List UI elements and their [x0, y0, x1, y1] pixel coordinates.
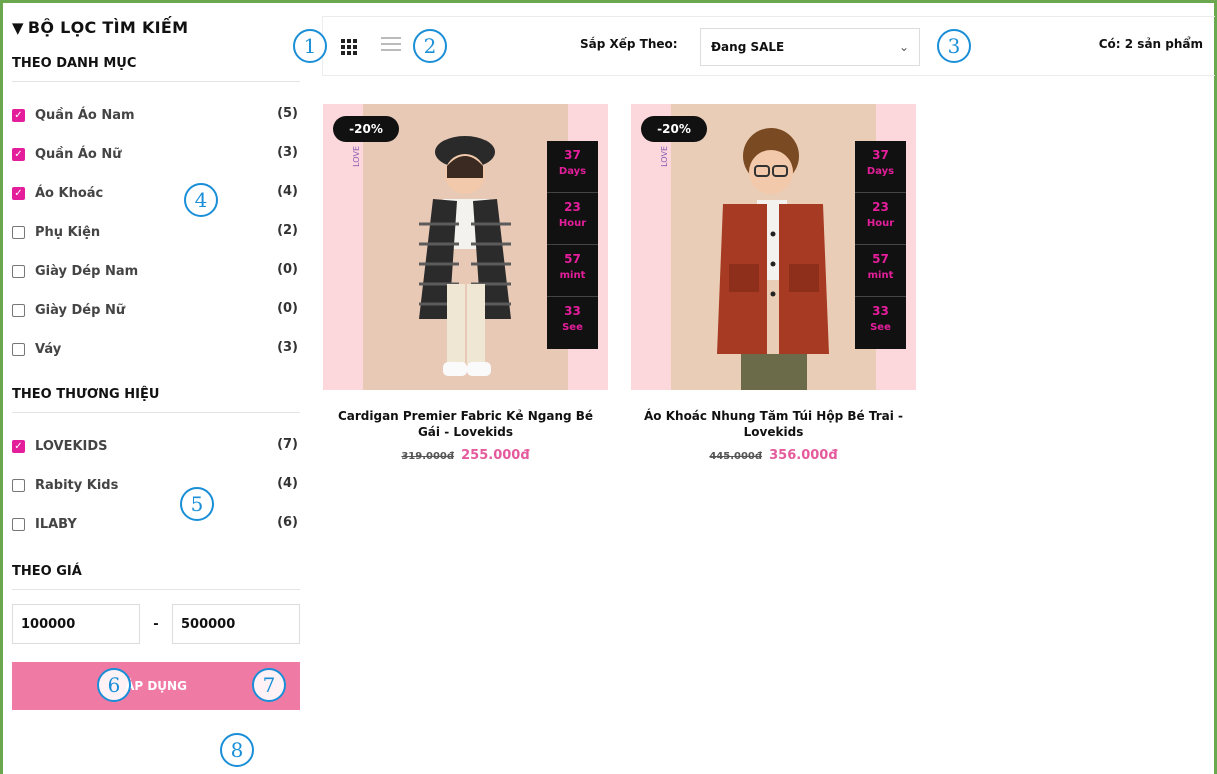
- checkbox[interactable]: [12, 226, 25, 239]
- checkbox[interactable]: ✓: [12, 440, 25, 453]
- product-name[interactable]: Cardigan Premier Fabric Kẻ Ngang Bé Gái …: [323, 408, 608, 440]
- product-prices: 319.000đ 255.000đ: [323, 444, 608, 463]
- option-label: Quần Áo Nam: [35, 108, 135, 123]
- product-photo: [363, 104, 568, 390]
- option-label: ILABY: [35, 517, 77, 532]
- old-price: 445.000đ: [709, 451, 763, 462]
- discount-badge: -20%: [641, 116, 707, 142]
- annotation-marker: 8: [220, 733, 254, 767]
- grid-view-icon[interactable]: [341, 39, 357, 55]
- product-photo: [671, 104, 876, 390]
- option-label: Giày Dép Nam: [35, 264, 139, 279]
- product-image[interactable]: -20% LOVE 37 Days 23 Hour 57 mint 33 See: [323, 104, 608, 390]
- option-label: Phụ Kiện: [35, 225, 101, 240]
- option-count: (3): [277, 145, 298, 160]
- category-option[interactable]: Giày Dép Nam (0): [12, 252, 300, 291]
- category-list: ✓ Quần Áo Nam (5) ✓ Quần Áo Nữ (3) ✓ Áo Khoác…: [12, 96, 300, 369]
- sort-select[interactable]: Đang SALE ⌄: [700, 28, 920, 66]
- brand-option[interactable]: Rabity Kids (4): [12, 466, 300, 505]
- product-name[interactable]: Áo Khoác Nhung Tăm Túi Hộp Bé Trai - Lov…: [631, 408, 916, 440]
- discount-badge: -20%: [333, 116, 399, 142]
- price-section-title: THEO GIÁ: [12, 558, 300, 590]
- option-count: (5): [277, 106, 298, 121]
- category-option[interactable]: Phụ Kiện (2): [12, 213, 300, 252]
- option-count: (4): [277, 184, 298, 199]
- checkbox[interactable]: ✓: [12, 148, 25, 161]
- option-count: (0): [277, 301, 298, 316]
- price-min-input[interactable]: [12, 604, 140, 644]
- annotation-marker: 5: [180, 487, 214, 521]
- option-count: (2): [277, 223, 298, 238]
- category-option[interactable]: Giày Dép Nữ (0): [12, 291, 300, 330]
- product-card[interactable]: -20% LOVE 37 Days 23 Hour 57 mint 33 See Áo …: [631, 104, 916, 463]
- checkbox[interactable]: ✓: [12, 187, 25, 200]
- checkbox[interactable]: [12, 304, 25, 317]
- brand-option[interactable]: ILABY (6): [12, 505, 300, 544]
- countdown-hours: 23 Hour: [855, 193, 906, 245]
- filter-icon: ▼: [12, 19, 24, 37]
- countdown-hours: 23 Hour: [547, 193, 598, 245]
- category-option[interactable]: ✓ Áo Khoác (4): [12, 174, 300, 213]
- sort-label: Sắp Xếp Theo:: [580, 37, 678, 51]
- option-count: (3): [277, 340, 298, 355]
- sale-price: 356.000đ: [769, 448, 838, 463]
- checkbox[interactable]: ✓: [12, 109, 25, 122]
- brand-list: ✓ LOVEKIDS (7) Rabity Kids (4) ILABY (6): [12, 427, 300, 544]
- chevron-down-icon: ⌄: [898, 40, 909, 54]
- option-label: Váy: [35, 342, 62, 357]
- countdown-seconds: 33 See: [870, 304, 891, 333]
- price-range: -: [12, 604, 300, 644]
- brand-option[interactable]: ✓ LOVEKIDS (7): [12, 427, 300, 466]
- option-label: Giày Dép Nữ: [35, 303, 126, 318]
- price-separator: -: [153, 616, 159, 632]
- price-max-input[interactable]: [172, 604, 300, 644]
- category-section-title: THEO DANH MỤC: [12, 50, 300, 82]
- countdown-days: 37 Days: [547, 141, 598, 193]
- annotation-marker: 3: [937, 29, 971, 63]
- brand-section-title: THEO THƯƠNG HIỆU: [12, 381, 300, 413]
- product-prices: 445.000đ 356.000đ: [631, 444, 916, 463]
- countdown-minutes: 57 mint: [855, 245, 906, 297]
- countdown-minutes: 57 mint: [547, 245, 598, 297]
- option-count: (7): [277, 437, 298, 452]
- annotation-marker: 6: [97, 668, 131, 702]
- checkbox[interactable]: [12, 343, 25, 356]
- annotation-marker: 7: [252, 668, 286, 702]
- category-option[interactable]: ✓ Quần Áo Nam (5): [12, 96, 300, 135]
- option-count: (6): [277, 515, 298, 530]
- old-price: 319.000đ: [401, 451, 455, 462]
- filter-title: BỘ LỌC TÌM KIẾM: [27, 18, 189, 37]
- filter-heading: ▼ BỘ LỌC TÌM KIẾM: [12, 10, 300, 46]
- category-option[interactable]: ✓ Quần Áo Nữ (3): [12, 135, 300, 174]
- sort-value: Đang SALE: [711, 40, 785, 54]
- category-option[interactable]: Váy (3): [12, 330, 300, 369]
- annotation-marker: 2: [413, 29, 447, 63]
- brand-watermark: LOVE: [660, 146, 669, 167]
- option-count: (0): [277, 262, 298, 277]
- checkbox[interactable]: [12, 518, 25, 531]
- option-label: Rabity Kids: [35, 478, 119, 493]
- product-toolbar: Sắp Xếp Theo: Đang SALE ⌄ Có: 2 sản phẩm: [322, 16, 1215, 76]
- option-label: Quần Áo Nữ: [35, 147, 122, 162]
- product-image[interactable]: -20% LOVE 37 Days 23 Hour 57 mint 33 See: [631, 104, 916, 390]
- sale-countdown: 37 Days 23 Hour 57 mint 33 See: [547, 141, 598, 349]
- sale-price: 255.000đ: [461, 448, 530, 463]
- list-view-icon[interactable]: [381, 37, 401, 51]
- product-card[interactable]: -20% LOVE 37 Days 23 Hour 57 mint 33 See Car…: [323, 104, 608, 463]
- annotation-marker: 4: [184, 183, 218, 217]
- option-count: (4): [277, 476, 298, 491]
- checkbox[interactable]: [12, 265, 25, 278]
- result-count: Có: 2 sản phẩm: [1098, 37, 1203, 51]
- brand-watermark: LOVE: [352, 146, 361, 167]
- filter-sidebar: ▼ BỘ LỌC TÌM KIẾM THEO DANH MỤC ✓ Quần Áo…: [12, 10, 300, 710]
- countdown-days: 37 Days: [855, 141, 906, 193]
- countdown-seconds: 33 See: [562, 304, 583, 333]
- annotation-marker: 1: [293, 29, 327, 63]
- option-label: LOVEKIDS: [35, 439, 108, 454]
- sale-countdown: 37 Days 23 Hour 57 mint 33 See: [855, 141, 906, 349]
- option-label: Áo Khoác: [35, 186, 104, 201]
- checkbox[interactable]: [12, 479, 25, 492]
